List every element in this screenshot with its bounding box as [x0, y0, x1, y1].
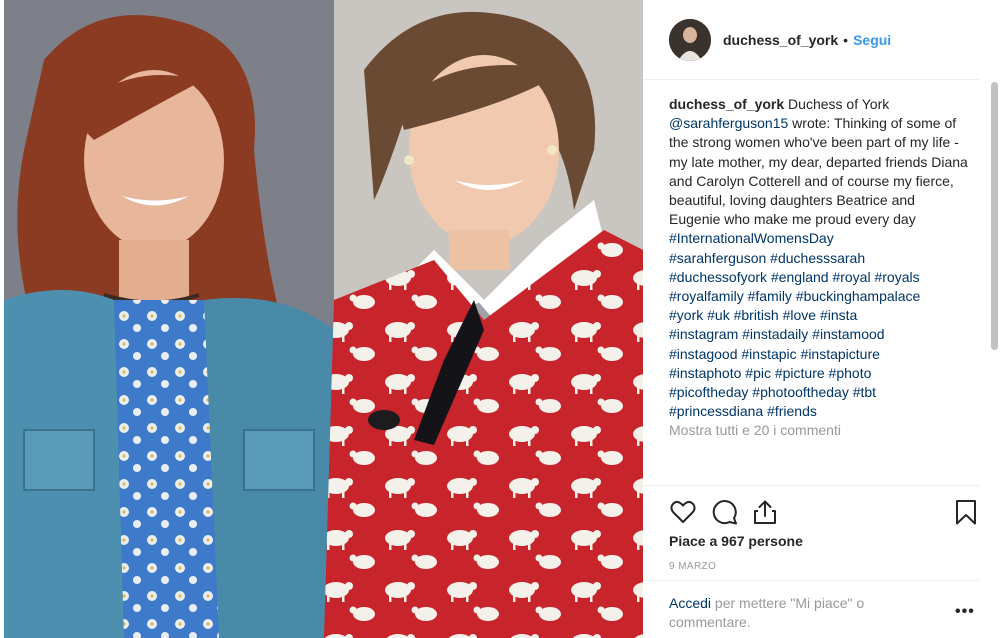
hashtag-line[interactable]: #picoftheday #photooftheday #tbt: [669, 383, 969, 402]
caption-mention[interactable]: @sarahferguson15: [669, 115, 788, 131]
post-caption: duchess_of_york Duchess of York @sarahfe…: [669, 95, 969, 441]
post-date: 9 MARZO: [669, 561, 717, 572]
ellipsis-icon[interactable]: •••: [955, 603, 975, 621]
share-arrow-icon[interactable]: [751, 498, 779, 526]
post-image[interactable]: [4, 0, 643, 638]
avatar[interactable]: [669, 18, 711, 61]
hashtag-line[interactable]: #duchessofyork #england #royal #royals: [669, 268, 969, 287]
header-separator: •: [843, 31, 849, 48]
login-link[interactable]: Accedi: [669, 595, 711, 611]
hashtag-line[interactable]: #york #uk #british #love #insta: [669, 306, 969, 325]
caption-intro: Duchess of York: [784, 96, 890, 112]
login-prompt: Accedi per mettere "Mi piace" o commenta…: [643, 580, 980, 638]
header-username[interactable]: duchess_of_york: [723, 32, 838, 48]
comments-scrollbar[interactable]: [991, 82, 998, 350]
show-all-comments-link[interactable]: Mostra tutti e 20 i commenti: [669, 421, 969, 440]
login-text: Accedi per mettere "Mi piace" o commenta…: [669, 594, 919, 632]
hashtag-line[interactable]: #princessdiana #friends: [669, 402, 969, 421]
caption-username[interactable]: duchess_of_york: [669, 96, 784, 112]
hashtag-line[interactable]: #royalfamily #family #buckinghampalace: [669, 287, 969, 306]
follow-button[interactable]: Segui: [853, 32, 891, 48]
caption-wrote: wrote:: [788, 115, 831, 132]
hashtag-line[interactable]: #instaphoto #pic #picture #photo: [669, 364, 969, 383]
speech-bubble-icon[interactable]: [711, 498, 739, 526]
hashtag-line[interactable]: #instagood #instapic #instapicture: [669, 345, 969, 364]
hashtag-line[interactable]: #InternationalWomensDay: [669, 229, 969, 248]
hashtag-line[interactable]: #instagram #instadaily #instamood: [669, 325, 969, 344]
post-header: duchess_of_york • Segui: [643, 0, 980, 80]
post-side-panel: duchess_of_york • Segui duchess_of_york …: [643, 0, 1000, 638]
heart-outline-icon[interactable]: [669, 498, 697, 526]
hashtag-line[interactable]: #sarahferguson #duchesssarah: [669, 249, 969, 268]
bookmark-icon[interactable]: [952, 498, 980, 526]
caption-body: Thinking of some of the strong women who…: [669, 115, 968, 228]
likes-count[interactable]: Piace a 967 persone: [669, 533, 803, 549]
